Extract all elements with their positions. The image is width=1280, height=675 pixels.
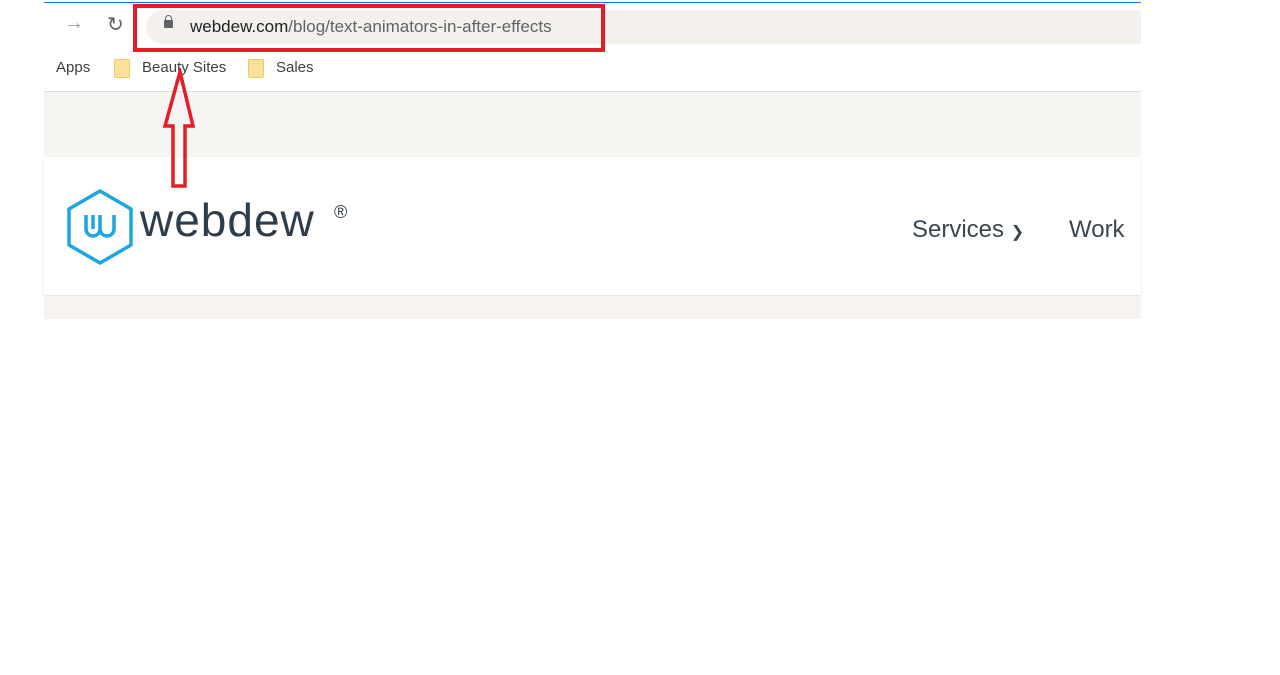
annotation-highlight-box xyxy=(133,4,605,52)
bookmark-sales[interactable]: Sales xyxy=(276,59,314,76)
forward-button[interactable]: → xyxy=(64,12,84,35)
brand-name[interactable]: webdew xyxy=(140,193,315,247)
folder-icon xyxy=(248,59,264,78)
nav-services[interactable]: Services ❯ xyxy=(912,216,1024,244)
page-top-band xyxy=(44,92,1141,157)
folder-icon xyxy=(114,59,130,78)
chevron-down-icon: ❯ xyxy=(1010,224,1025,241)
registered-mark: ® xyxy=(334,202,348,222)
bookmark-apps[interactable]: Apps xyxy=(56,59,90,76)
reload-button[interactable]: ↻ xyxy=(107,12,124,37)
page-subband xyxy=(44,296,1141,319)
nav-work[interactable]: Work xyxy=(1069,216,1125,244)
annotation-up-arrow-icon xyxy=(162,68,196,188)
webdew-logo-icon[interactable] xyxy=(66,189,134,265)
nav-services-label: Services xyxy=(912,216,1005,243)
